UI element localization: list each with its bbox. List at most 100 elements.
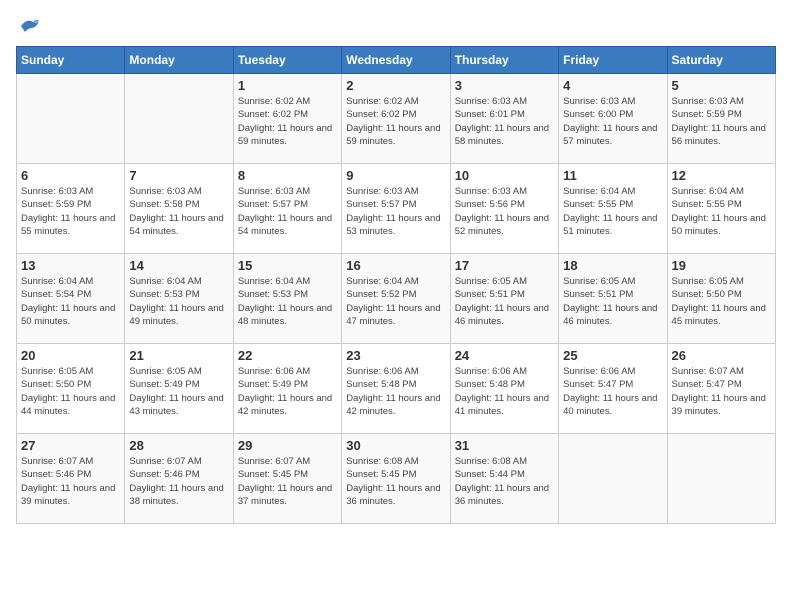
day-number: 27	[21, 438, 120, 453]
calendar-cell: 30Sunrise: 6:08 AM Sunset: 5:45 PM Dayli…	[342, 434, 450, 524]
day-detail: Sunrise: 6:05 AM Sunset: 5:49 PM Dayligh…	[129, 365, 228, 418]
calendar-week-1: 1 Sunrise: 6:02 AM Sunset: 6:02 PM Daylig…	[17, 74, 776, 164]
calendar-cell: 4 Sunrise: 6:03 AM Sunset: 6:00 PM Daylig…	[559, 74, 667, 164]
day-number: 30	[346, 438, 445, 453]
day-detail: Sunrise: 6:02 AM Sunset: 6:02 PM Dayligh…	[238, 95, 337, 148]
day-detail: Sunrise: 6:03 AM Sunset: 6:00 PM Dayligh…	[563, 95, 662, 148]
weekday-header-monday: Monday	[125, 47, 233, 74]
day-number: 18	[563, 258, 662, 273]
calendar-week-4: 20 Sunrise: 6:05 AM Sunset: 5:50 PM Dayli…	[17, 344, 776, 434]
weekday-header-tuesday: Tuesday	[233, 47, 341, 74]
day-detail: Sunrise: 6:03 AM Sunset: 5:59 PM Dayligh…	[21, 185, 120, 238]
day-number: 3	[455, 78, 554, 93]
day-detail: Sunrise: 6:07 AM Sunset: 5:45 PM Dayligh…	[238, 455, 337, 508]
weekday-header-wednesday: Wednesday	[342, 47, 450, 74]
calendar-cell: 5 Sunrise: 6:03 AM Sunset: 5:59 PM Daylig…	[667, 74, 775, 164]
day-detail: Sunrise: 6:03 AM Sunset: 6:01 PM Dayligh…	[455, 95, 554, 148]
calendar-cell	[667, 434, 775, 524]
day-number: 29	[238, 438, 337, 453]
calendar-cell: 31 Sunrise: 6:08 AM Sunset: 5:44 PM Dayli…	[450, 434, 558, 524]
calendar-week-5: 27 Sunrise: 6:07 AM Sunset: 5:46 PM Dayli…	[17, 434, 776, 524]
day-number: 19	[672, 258, 771, 273]
day-number: 9	[346, 168, 445, 183]
day-number: 7	[129, 168, 228, 183]
weekday-header-thursday: Thursday	[450, 47, 558, 74]
day-detail: Sunrise: 6:07 AM Sunset: 5:46 PM Dayligh…	[21, 455, 120, 508]
calendar-cell: 28Sunrise: 6:07 AM Sunset: 5:46 PM Dayli…	[125, 434, 233, 524]
day-number: 25	[563, 348, 662, 363]
calendar-cell: 7 Sunrise: 6:03 AM Sunset: 5:58 PM Daylig…	[125, 164, 233, 254]
day-detail: Sunrise: 6:03 AM Sunset: 5:57 PM Dayligh…	[238, 185, 337, 238]
weekday-header-friday: Friday	[559, 47, 667, 74]
day-number: 4	[563, 78, 662, 93]
day-detail: Sunrise: 6:04 AM Sunset: 5:55 PM Dayligh…	[672, 185, 771, 238]
calendar-cell: 27 Sunrise: 6:07 AM Sunset: 5:46 PM Dayli…	[17, 434, 125, 524]
day-number: 31	[455, 438, 554, 453]
day-number: 10	[455, 168, 554, 183]
day-number: 14	[129, 258, 228, 273]
calendar-cell: 3 Sunrise: 6:03 AM Sunset: 6:01 PM Daylig…	[450, 74, 558, 164]
day-number: 5	[672, 78, 771, 93]
day-number: 1	[238, 78, 337, 93]
calendar-cell: 22 Sunrise: 6:06 AM Sunset: 5:49 PM Dayli…	[233, 344, 341, 434]
calendar-table: SundayMondayTuesdayWednesdayThursdayFrid…	[16, 46, 776, 524]
calendar-cell: 14 Sunrise: 6:04 AM Sunset: 5:53 PM Dayli…	[125, 254, 233, 344]
calendar-cell: 12 Sunrise: 6:04 AM Sunset: 5:55 PM Dayli…	[667, 164, 775, 254]
calendar-cell: 21 Sunrise: 6:05 AM Sunset: 5:49 PM Dayli…	[125, 344, 233, 434]
day-detail: Sunrise: 6:03 AM Sunset: 5:59 PM Dayligh…	[672, 95, 771, 148]
day-number: 12	[672, 168, 771, 183]
logo	[16, 16, 41, 38]
day-detail: Sunrise: 6:08 AM Sunset: 5:44 PM Dayligh…	[455, 455, 554, 508]
day-detail: Sunrise: 6:05 AM Sunset: 5:50 PM Dayligh…	[21, 365, 120, 418]
day-detail: Sunrise: 6:04 AM Sunset: 5:55 PM Dayligh…	[563, 185, 662, 238]
calendar-cell: 23 Sunrise: 6:06 AM Sunset: 5:48 PM Dayli…	[342, 344, 450, 434]
calendar-cell	[559, 434, 667, 524]
calendar-cell: 10 Sunrise: 6:03 AM Sunset: 5:56 PM Dayli…	[450, 164, 558, 254]
day-number: 20	[21, 348, 120, 363]
calendar-cell: 15Sunrise: 6:04 AM Sunset: 5:53 PM Dayli…	[233, 254, 341, 344]
page-header	[16, 16, 776, 38]
day-detail: Sunrise: 6:07 AM Sunset: 5:47 PM Dayligh…	[672, 365, 771, 418]
calendar-cell: 25 Sunrise: 6:06 AM Sunset: 5:47 PM Dayli…	[559, 344, 667, 434]
calendar-cell: 29 Sunrise: 6:07 AM Sunset: 5:45 PM Dayli…	[233, 434, 341, 524]
calendar-week-3: 13Sunrise: 6:04 AM Sunset: 5:54 PM Dayli…	[17, 254, 776, 344]
day-number: 6	[21, 168, 120, 183]
calendar-cell: 24Sunrise: 6:06 AM Sunset: 5:48 PM Dayli…	[450, 344, 558, 434]
day-number: 21	[129, 348, 228, 363]
calendar-cell: 20 Sunrise: 6:05 AM Sunset: 5:50 PM Dayli…	[17, 344, 125, 434]
calendar-cell: 17Sunrise: 6:05 AM Sunset: 5:51 PM Dayli…	[450, 254, 558, 344]
calendar-cell: 1 Sunrise: 6:02 AM Sunset: 6:02 PM Daylig…	[233, 74, 341, 164]
day-detail: Sunrise: 6:05 AM Sunset: 5:51 PM Dayligh…	[563, 275, 662, 328]
day-detail: Sunrise: 6:03 AM Sunset: 5:58 PM Dayligh…	[129, 185, 228, 238]
day-number: 22	[238, 348, 337, 363]
calendar-cell	[125, 74, 233, 164]
calendar-cell: 8Sunrise: 6:03 AM Sunset: 5:57 PM Daylig…	[233, 164, 341, 254]
day-number: 26	[672, 348, 771, 363]
calendar-cell: 2Sunrise: 6:02 AM Sunset: 6:02 PM Daylig…	[342, 74, 450, 164]
calendar-week-2: 6 Sunrise: 6:03 AM Sunset: 5:59 PM Daylig…	[17, 164, 776, 254]
day-detail: Sunrise: 6:06 AM Sunset: 5:49 PM Dayligh…	[238, 365, 337, 418]
calendar-cell	[17, 74, 125, 164]
day-number: 11	[563, 168, 662, 183]
day-detail: Sunrise: 6:06 AM Sunset: 5:48 PM Dayligh…	[346, 365, 445, 418]
day-detail: Sunrise: 6:03 AM Sunset: 5:56 PM Dayligh…	[455, 185, 554, 238]
day-detail: Sunrise: 6:04 AM Sunset: 5:52 PM Dayligh…	[346, 275, 445, 328]
day-number: 13	[21, 258, 120, 273]
day-number: 24	[455, 348, 554, 363]
day-detail: Sunrise: 6:04 AM Sunset: 5:53 PM Dayligh…	[129, 275, 228, 328]
day-number: 23	[346, 348, 445, 363]
day-detail: Sunrise: 6:06 AM Sunset: 5:47 PM Dayligh…	[563, 365, 662, 418]
calendar-cell: 9 Sunrise: 6:03 AM Sunset: 5:57 PM Daylig…	[342, 164, 450, 254]
day-detail: Sunrise: 6:07 AM Sunset: 5:46 PM Dayligh…	[129, 455, 228, 508]
day-number: 15	[238, 258, 337, 273]
logo-bird-icon	[19, 16, 41, 38]
weekday-header-saturday: Saturday	[667, 47, 775, 74]
calendar-cell: 19Sunrise: 6:05 AM Sunset: 5:50 PM Dayli…	[667, 254, 775, 344]
calendar-cell: 11 Sunrise: 6:04 AM Sunset: 5:55 PM Dayli…	[559, 164, 667, 254]
day-number: 16	[346, 258, 445, 273]
weekday-header-sunday: Sunday	[17, 47, 125, 74]
day-detail: Sunrise: 6:03 AM Sunset: 5:57 PM Dayligh…	[346, 185, 445, 238]
calendar-cell: 13Sunrise: 6:04 AM Sunset: 5:54 PM Dayli…	[17, 254, 125, 344]
calendar-cell: 6 Sunrise: 6:03 AM Sunset: 5:59 PM Daylig…	[17, 164, 125, 254]
calendar-cell: 16 Sunrise: 6:04 AM Sunset: 5:52 PM Dayli…	[342, 254, 450, 344]
